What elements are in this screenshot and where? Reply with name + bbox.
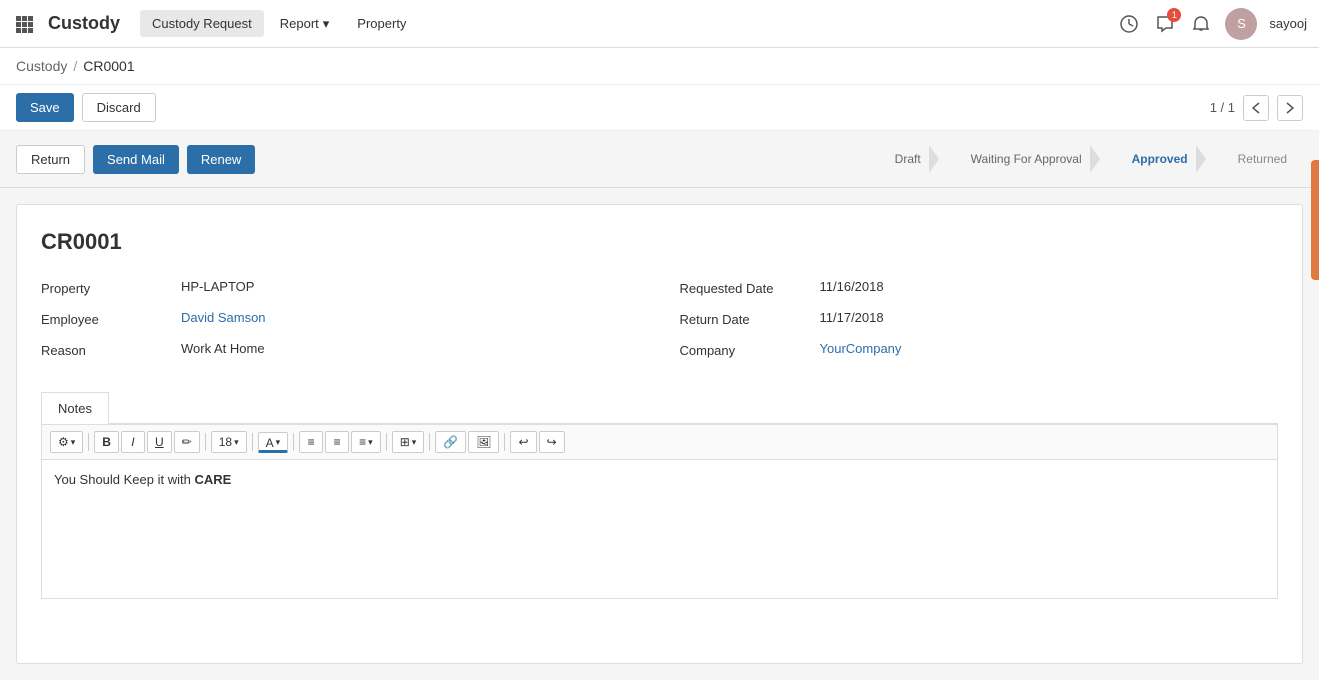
- nav-item-custody-request[interactable]: Custody Request: [140, 10, 264, 37]
- employee-value[interactable]: David Samson: [181, 310, 266, 325]
- undo-button[interactable]: ↩: [510, 431, 536, 453]
- sep5: [386, 433, 387, 451]
- next-record-button[interactable]: [1277, 95, 1303, 121]
- username[interactable]: sayooj: [1269, 16, 1307, 31]
- sep4: [293, 433, 294, 451]
- nav-right: 1 S sayooj: [1117, 8, 1307, 40]
- editor-text-plain: You Should Keep it with: [54, 472, 194, 487]
- chat-badge: 1: [1167, 8, 1181, 22]
- tab-notes[interactable]: Notes: [41, 392, 109, 424]
- employee-label: Employee: [41, 310, 181, 327]
- sep3: [252, 433, 253, 451]
- step-approved: Approved: [1116, 139, 1222, 179]
- send-mail-button[interactable]: Send Mail: [93, 145, 179, 174]
- font-size-button[interactable]: 18 ▾: [211, 431, 247, 453]
- form-toolbar: Save Discard 1 / 1: [0, 85, 1319, 131]
- workflow-steps: Draft Waiting For Approval Approved Retu…: [879, 139, 1303, 179]
- avatar[interactable]: S: [1225, 8, 1257, 40]
- eraser-button[interactable]: ✏: [174, 431, 200, 453]
- sep7: [504, 433, 505, 451]
- form-section: Property HP-LAPTOP Employee David Samson…: [41, 279, 1278, 372]
- styles-button[interactable]: ⚙ ▾: [50, 431, 83, 453]
- editor-toolbar: ⚙ ▾ B I U ✏ 18 ▾ A ▾ ≡ ≡ ≡ ▾ ⊞ ▾ 🔗 🖼: [41, 424, 1278, 459]
- sep2: [205, 433, 206, 451]
- prev-record-button[interactable]: [1243, 95, 1269, 121]
- notes-section: Notes ⚙ ▾ B I U ✏ 18 ▾ A ▾ ≡ ≡ ≡ ▾ ⊞ ▾: [41, 392, 1278, 599]
- editor-text-bold: CARE: [194, 472, 231, 487]
- form-col-right: Requested Date 11/16/2018 Return Date 11…: [680, 279, 1279, 372]
- font-color-button[interactable]: A ▾: [258, 432, 289, 453]
- action-buttons: Return Send Mail Renew: [16, 145, 879, 174]
- reason-row: Reason Work At Home: [41, 341, 640, 358]
- unordered-list-button[interactable]: ≡: [299, 431, 323, 453]
- step-arrow-1: [929, 145, 939, 173]
- return-date-value: 11/17/2018: [820, 310, 884, 325]
- breadcrumb-parent[interactable]: Custody: [16, 58, 67, 74]
- property-value: HP-LAPTOP: [181, 279, 254, 294]
- return-date-row: Return Date 11/17/2018: [680, 310, 1279, 327]
- company-row: Company YourCompany: [680, 341, 1279, 358]
- property-row: Property HP-LAPTOP: [41, 279, 640, 296]
- table-button[interactable]: ⊞ ▾: [392, 431, 425, 453]
- breadcrumb-current: CR0001: [83, 58, 134, 74]
- step-draft: Draft: [879, 139, 955, 179]
- clock-icon[interactable]: [1117, 12, 1141, 36]
- reason-label: Reason: [41, 341, 181, 358]
- redo-button[interactable]: ↪: [539, 431, 565, 453]
- main-content: CR0001 Property HP-LAPTOP Employee David…: [0, 188, 1319, 680]
- nav-item-report[interactable]: Report ▾: [268, 10, 342, 38]
- italic-button[interactable]: I: [121, 431, 145, 453]
- company-label: Company: [680, 341, 820, 358]
- nav-item-property[interactable]: Property: [345, 10, 418, 37]
- bold-button[interactable]: B: [94, 431, 119, 453]
- ordered-list-button[interactable]: ≡: [325, 431, 349, 453]
- step-arrow-2: [1090, 145, 1100, 173]
- breadcrumb: Custody / CR0001: [0, 48, 1319, 85]
- image-button[interactable]: 🖼: [468, 431, 499, 453]
- nav-left: Custody Custody Request Report ▾ Propert…: [12, 10, 1117, 38]
- toolbar-left: Save Discard: [16, 93, 156, 122]
- step-returned: Returned: [1222, 146, 1303, 172]
- reason-value: Work At Home: [181, 341, 265, 356]
- toolbar-right: 1 / 1: [1210, 95, 1303, 121]
- requested-date-row: Requested Date 11/16/2018: [680, 279, 1279, 296]
- right-accent-bar: [1311, 160, 1319, 280]
- step-waiting: Waiting For Approval: [955, 139, 1116, 179]
- breadcrumb-separator: /: [73, 58, 77, 74]
- align-button[interactable]: ≡ ▾: [351, 431, 381, 453]
- tab-bar: Notes: [41, 392, 1278, 424]
- renew-button[interactable]: Renew: [187, 145, 255, 174]
- return-button[interactable]: Return: [16, 145, 85, 174]
- employee-row: Employee David Samson: [41, 310, 640, 327]
- company-value[interactable]: YourCompany: [820, 341, 902, 356]
- top-navigation: Custody Custody Request Report ▾ Propert…: [0, 0, 1319, 48]
- grid-icon[interactable]: [12, 12, 36, 36]
- property-label: Property: [41, 279, 181, 296]
- form-card: CR0001 Property HP-LAPTOP Employee David…: [16, 204, 1303, 664]
- underline-button[interactable]: U: [147, 431, 172, 453]
- form-col-left: Property HP-LAPTOP Employee David Samson…: [41, 279, 640, 372]
- bell-icon[interactable]: [1189, 12, 1213, 36]
- requested-date-label: Requested Date: [680, 279, 820, 296]
- sep6: [429, 433, 430, 451]
- nav-brand[interactable]: Custody: [48, 13, 120, 34]
- return-date-label: Return Date: [680, 310, 820, 327]
- sep1: [88, 433, 89, 451]
- status-bar: Return Send Mail Renew Draft Waiting For…: [0, 131, 1319, 188]
- chevron-down-icon: ▾: [323, 16, 330, 32]
- link-button[interactable]: 🔗: [435, 431, 466, 453]
- save-button[interactable]: Save: [16, 93, 74, 122]
- step-arrow-3: [1196, 145, 1206, 173]
- record-title: CR0001: [41, 229, 1278, 255]
- editor-content[interactable]: You Should Keep it with CARE: [41, 459, 1278, 599]
- discard-button[interactable]: Discard: [82, 93, 156, 122]
- pagination-info: 1 / 1: [1210, 100, 1235, 115]
- chat-icon[interactable]: 1: [1153, 12, 1177, 36]
- requested-date-value: 11/16/2018: [820, 279, 884, 294]
